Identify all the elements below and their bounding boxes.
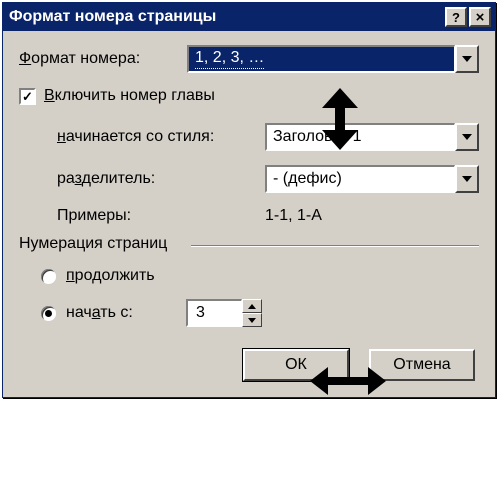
help-button[interactable]: ? [445, 7, 467, 27]
separator-row: разделитель: - (дефис) [19, 165, 479, 193]
examples-value: 1-1, 1-A [265, 207, 322, 225]
examples-row: Примеры: 1-1, 1-A [19, 207, 479, 225]
dialog-body: Формат номера: 1, 2, 3, … ✓ Включить ном… [3, 31, 495, 397]
include-chapter-checkbox[interactable]: ✓ [19, 88, 36, 105]
separator-value: - (дефис) [265, 165, 455, 193]
checkmark-icon: ✓ [22, 90, 33, 103]
separator-label: разделитель: [57, 170, 265, 188]
titlebar: Формат номера страницы ? × [3, 3, 495, 31]
continue-radio-row[interactable]: продолжить [41, 267, 479, 285]
examples-label: Примеры: [57, 207, 265, 225]
annotation-arrow-vertical [322, 88, 358, 150]
include-chapter-label: Включить номер главы [44, 87, 215, 105]
format-select-button[interactable] [455, 45, 479, 73]
starts-with-style-select[interactable]: Заголовок 1 [265, 123, 479, 151]
starts-with-style-value: Заголовок 1 [265, 123, 455, 151]
starts-with-style-button[interactable] [455, 123, 479, 151]
button-row: ОК Отмена [19, 349, 479, 381]
dialog-page-number-format: Формат номера страницы ? × Формат номера… [2, 2, 496, 398]
close-icon: × [476, 9, 485, 26]
spinner-up-button[interactable] [242, 299, 262, 313]
starts-with-style-label: начинается со стиля: [57, 128, 265, 146]
spinner-down-button[interactable] [242, 313, 262, 327]
start-at-radio[interactable] [41, 306, 56, 321]
chevron-down-icon [462, 56, 472, 62]
format-select-value: 1, 2, 3, … [187, 45, 455, 73]
start-at-radio-row[interactable]: начать с: 3 [41, 299, 479, 327]
continue-radio[interactable] [41, 269, 56, 284]
format-label: Формат номера: [19, 50, 187, 68]
close-button[interactable]: × [469, 7, 491, 27]
continue-label: продолжить [66, 267, 155, 285]
separator-select[interactable]: - (дефис) [265, 165, 479, 193]
triangle-up-icon [248, 304, 256, 309]
numbering-legend: Нумерация страниц [19, 235, 173, 253]
starts-with-style-row: начинается со стиля: Заголовок 1 [19, 123, 479, 151]
help-icon: ? [452, 10, 460, 25]
start-at-spinner[interactable]: 3 [186, 299, 262, 327]
separator-button[interactable] [455, 165, 479, 193]
titlebar-title: Формат номера страницы [9, 8, 443, 26]
format-row: Формат номера: 1, 2, 3, … [19, 45, 479, 73]
start-at-value[interactable]: 3 [186, 299, 242, 327]
chevron-down-icon [462, 134, 472, 140]
triangle-down-icon [248, 318, 256, 323]
include-chapter-row[interactable]: ✓ Включить номер главы [19, 87, 479, 105]
chevron-down-icon [462, 176, 472, 182]
format-select[interactable]: 1, 2, 3, … [187, 45, 479, 73]
annotation-arrow-horizontal [310, 367, 386, 395]
start-at-label: начать с: [66, 304, 186, 322]
numbering-fieldset: Нумерация страниц продолжить начать с: 3 [19, 235, 479, 327]
